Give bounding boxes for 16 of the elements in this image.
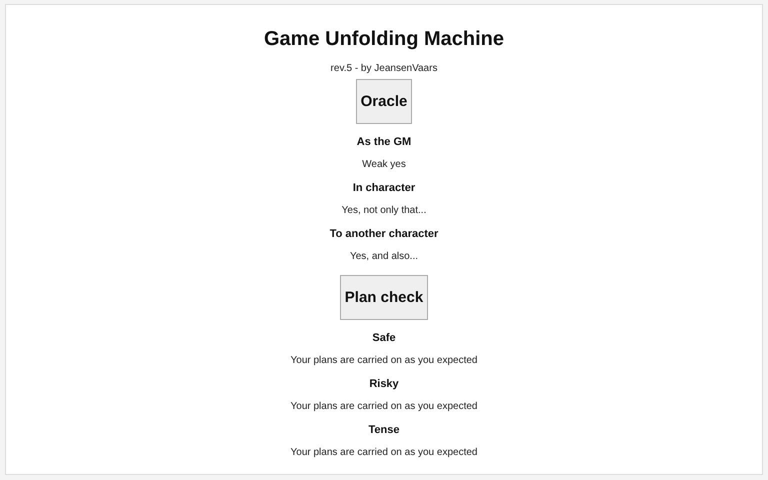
result-text: Your plans are carried on as you expected (290, 355, 478, 367)
result-heading: Safe (372, 331, 396, 345)
action-button[interactable]: Oracle (356, 79, 412, 124)
result-text: Yes, not only that... (342, 205, 426, 217)
result-heading: In character (352, 181, 416, 195)
action-button[interactable]: Plan check (340, 275, 428, 320)
result-heading: To another character (330, 227, 438, 241)
result-heading: Risky (369, 377, 399, 391)
result-text: Yes, and also... (350, 251, 418, 263)
page-title: Game Unfolding Machine (264, 27, 504, 51)
result-text: Your plans are carried on as you expected (290, 447, 478, 459)
result-text: Your plans are carried on as you expected (290, 401, 478, 413)
result-heading: As the GM (356, 135, 412, 149)
result-text: Weak yes (362, 159, 406, 171)
result-heading: Tense (368, 423, 400, 437)
subtitle: rev.5 - by JeansenVaars (330, 63, 438, 75)
